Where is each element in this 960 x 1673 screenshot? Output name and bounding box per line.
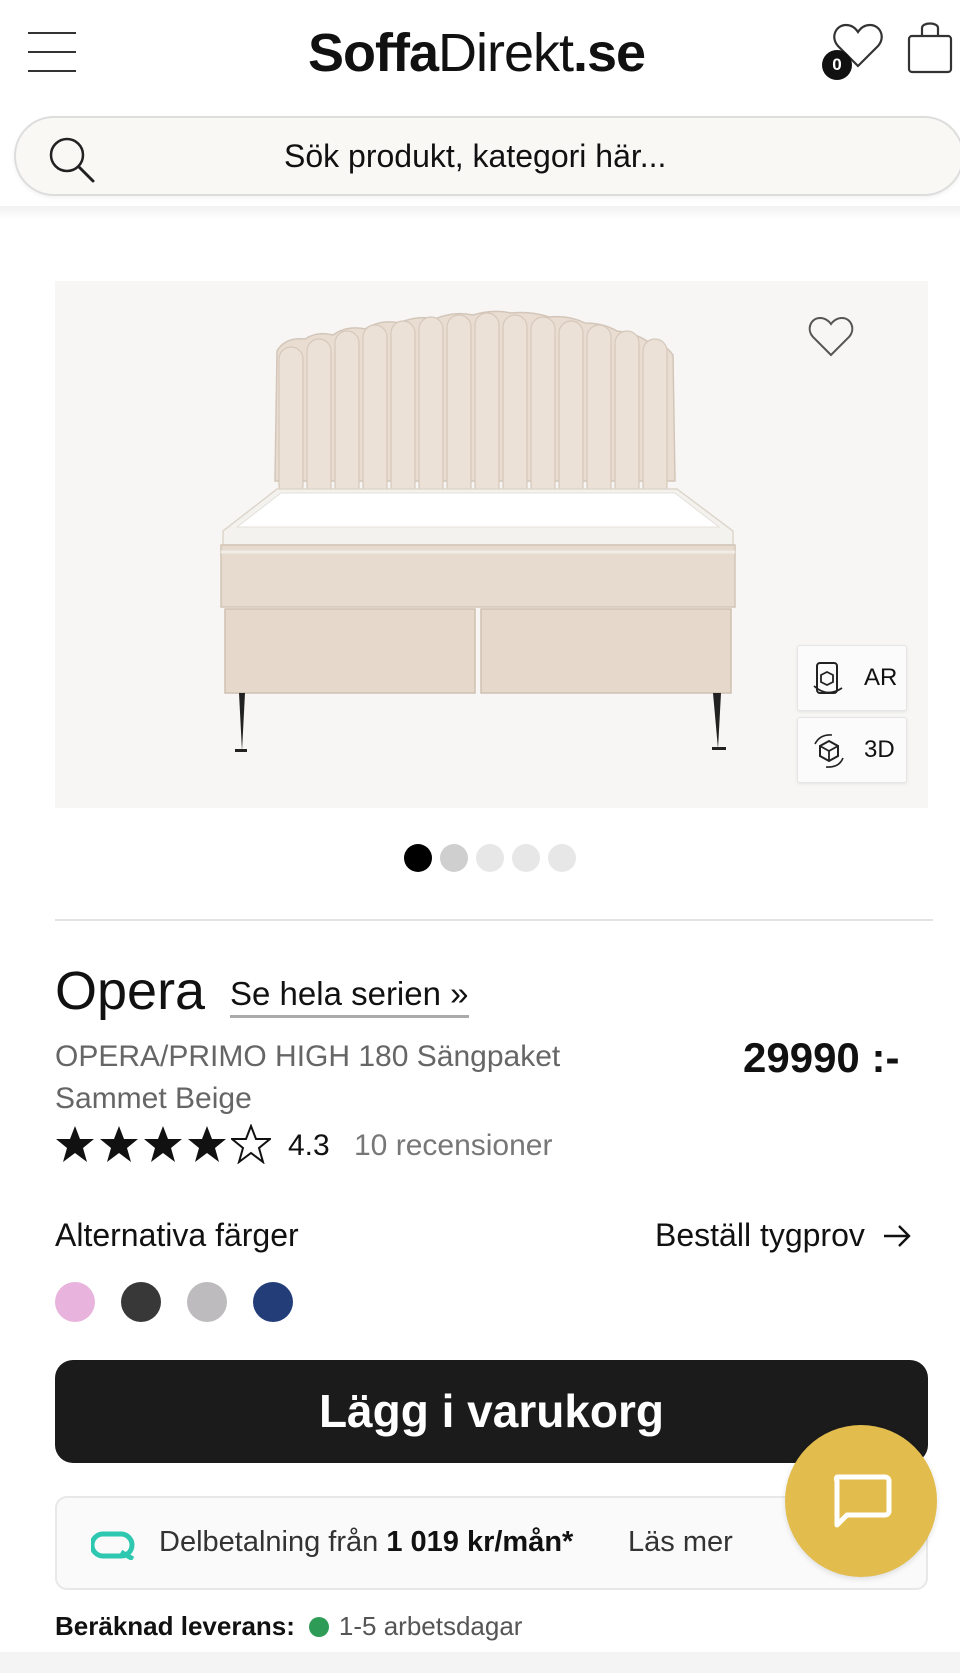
alternative-colors-label: Alternativa färger — [55, 1217, 299, 1253]
installment-amount: 1 019 kr/mån* — [386, 1526, 574, 1558]
arrow-right-icon — [883, 1225, 911, 1247]
section-divider — [55, 919, 933, 921]
wishlist-count-badge: 0 — [822, 50, 852, 80]
shopping-bag-icon — [907, 22, 953, 74]
search-placeholder: Sök produkt, kategori här... — [284, 138, 667, 174]
product-subtitle: OPERA/PRIMO HIGH 180 Sängpaket Sammet Be… — [55, 1040, 561, 1115]
search-icon — [49, 137, 95, 183]
rating-value: 4.3 — [288, 1129, 330, 1162]
product-name: Opera — [55, 961, 206, 1021]
gallery-dot[interactable] — [404, 844, 432, 872]
gallery-dot[interactable] — [440, 844, 468, 872]
star-empty-icon — [231, 1124, 271, 1164]
logo-text-direkt: Direkt — [438, 23, 574, 83]
site-header: SoffaDirekt.se 0 — [0, 0, 960, 108]
star-filled-icon — [188, 1126, 226, 1162]
read-more-link[interactable]: Läs mer — [628, 1526, 733, 1559]
chat-bubble-icon — [833, 1474, 892, 1528]
ar-view-button[interactable]: AR — [797, 645, 907, 711]
reviews-link[interactable]: 10 recensioner — [354, 1129, 552, 1163]
3d-cube-icon — [814, 734, 844, 768]
star-filled-icon — [144, 1126, 182, 1162]
gallery-dot[interactable] — [548, 844, 576, 872]
menu-icon[interactable] — [28, 32, 76, 74]
star-filled-icon — [56, 1126, 94, 1162]
delivery-label: Beräknad leverans: — [55, 1611, 295, 1641]
order-fabric-sample-label: Beställ tygprov — [655, 1217, 865, 1253]
product-image-gallery[interactable]: AR 3D — [55, 281, 928, 808]
star-filled-icon — [100, 1126, 138, 1162]
favorite-heart-icon[interactable] — [807, 315, 855, 359]
delivery-value: 1-5 arbetsdagar — [338, 1611, 523, 1641]
ar-label: AR — [864, 664, 898, 691]
cart-bag-button[interactable] — [906, 18, 954, 74]
3d-view-button[interactable]: 3D — [797, 717, 907, 783]
search-input[interactable]: Sök produkt, kategori här... — [14, 116, 960, 196]
order-fabric-sample-link[interactable]: Beställ tygprov — [655, 1217, 912, 1254]
3d-label: 3D — [864, 736, 895, 763]
color-swatch[interactable] — [187, 1282, 227, 1322]
installment-text: Delbetalning från 1 019 kr/mån* — [159, 1526, 573, 1559]
chat-button[interactable] — [785, 1425, 937, 1577]
installment-prefix: Delbetalning från — [159, 1526, 379, 1558]
in-stock-indicator — [308, 1617, 329, 1637]
gallery-dot[interactable] — [476, 844, 504, 872]
site-logo[interactable]: SoffaDirekt.se — [308, 22, 646, 84]
color-swatch[interactable] — [55, 1282, 95, 1322]
color-swatch[interactable] — [253, 1282, 293, 1322]
add-to-cart-button[interactable]: Lägg i varukorg — [55, 1360, 928, 1463]
delivery-estimate: Beräknad leverans: 1-5 arbetsdagar — [55, 1611, 522, 1642]
gallery-dot[interactable] — [512, 844, 540, 872]
product-price: 29990 :- — [743, 1034, 900, 1081]
qliro-logo-icon — [91, 1531, 135, 1560]
color-swatch[interactable] — [121, 1282, 161, 1322]
logo-text-se: .se — [573, 23, 646, 83]
ar-icon — [813, 662, 843, 694]
wishlist-button[interactable]: 0 — [822, 20, 886, 80]
logo-text-soffa: Soffa — [308, 23, 439, 83]
bottom-edge — [0, 1652, 960, 1673]
see-series-link[interactable]: Se hela serien » — [230, 975, 469, 1018]
header-shadow — [0, 206, 960, 220]
gallery-pagination — [404, 844, 584, 874]
